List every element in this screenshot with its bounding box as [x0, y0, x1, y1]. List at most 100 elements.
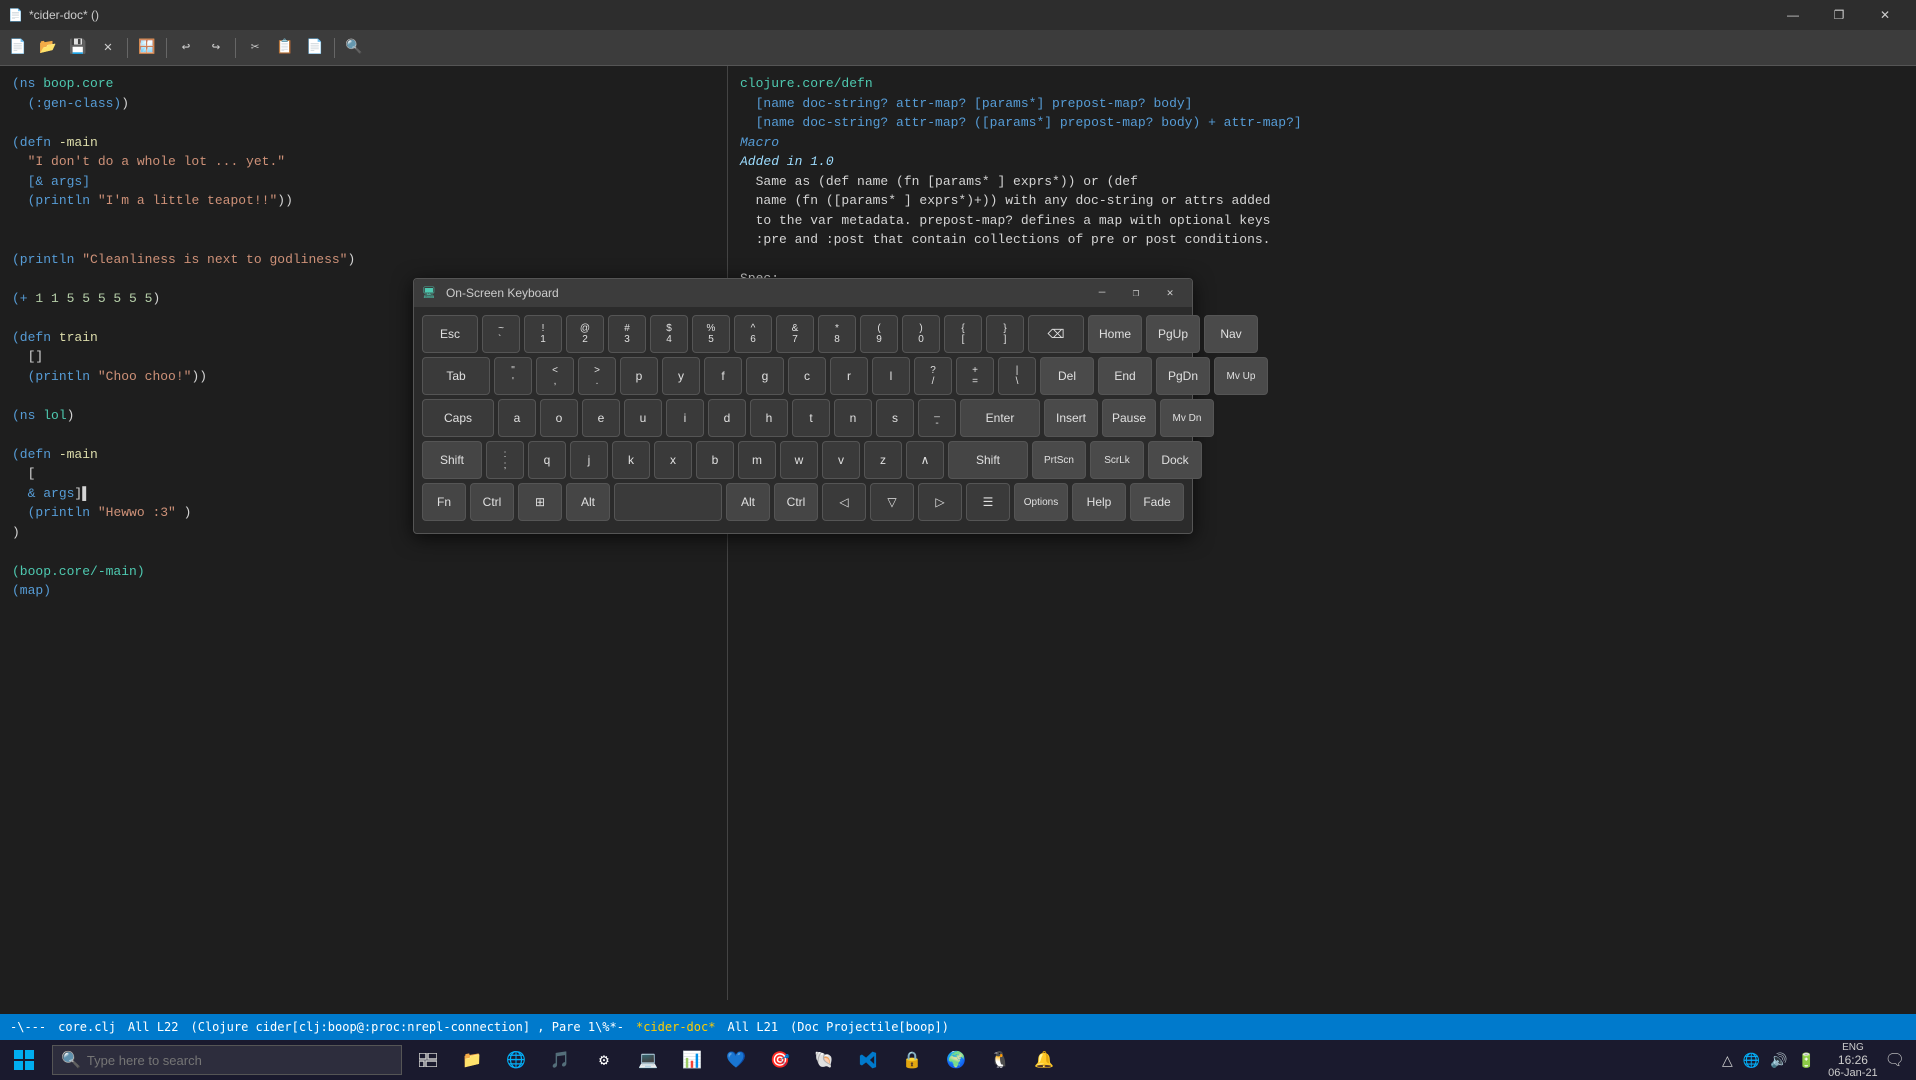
key-8[interactable]: *8	[818, 315, 856, 353]
key-help[interactable]: Help	[1072, 483, 1126, 521]
shell-button[interactable]: 🐚	[802, 1040, 846, 1080]
osk-close-button[interactable]: ✕	[1156, 282, 1184, 304]
search-bar[interactable]: 🔍	[52, 1045, 402, 1075]
penguin-button[interactable]: 🐧	[978, 1040, 1022, 1080]
target-button[interactable]: 🎯	[758, 1040, 802, 1080]
key-s[interactable]: s	[876, 399, 914, 437]
key-7[interactable]: &7	[776, 315, 814, 353]
search-input[interactable]	[87, 1053, 387, 1068]
key-nav[interactable]: Nav	[1204, 315, 1258, 353]
key-3[interactable]: #3	[608, 315, 646, 353]
key-5[interactable]: %5	[692, 315, 730, 353]
key-backslash[interactable]: |\	[998, 357, 1036, 395]
redo-button[interactable]: ↪	[202, 34, 230, 62]
key-j[interactable]: j	[570, 441, 608, 479]
volume-icon[interactable]: 🔊	[1767, 1052, 1790, 1069]
key-comma[interactable]: <,	[536, 357, 574, 395]
key-9[interactable]: (9	[860, 315, 898, 353]
key-o[interactable]: o	[540, 399, 578, 437]
copy-button[interactable]: 📋	[271, 34, 299, 62]
key-u[interactable]: u	[624, 399, 662, 437]
vscode-button[interactable]	[846, 1040, 890, 1080]
key-equals[interactable]: +=	[956, 357, 994, 395]
key-options[interactable]: Options	[1014, 483, 1068, 521]
task-view-button[interactable]	[406, 1040, 450, 1080]
key-dock[interactable]: Dock	[1148, 441, 1202, 479]
key-e[interactable]: e	[582, 399, 620, 437]
key-del[interactable]: Del	[1040, 357, 1094, 395]
key-n[interactable]: n	[834, 399, 872, 437]
key-arrow-right[interactable]: ▷	[918, 483, 962, 521]
key-space[interactable]	[614, 483, 722, 521]
tray-overflow-icon[interactable]: △	[1719, 1052, 1736, 1069]
key-caret[interactable]: ∧	[906, 441, 944, 479]
key-end[interactable]: End	[1098, 357, 1152, 395]
key-win[interactable]: ⊞	[518, 483, 562, 521]
key-t[interactable]: t	[792, 399, 830, 437]
window-button[interactable]: 🪟	[133, 34, 161, 62]
key-pause[interactable]: Pause	[1102, 399, 1156, 437]
computer-button[interactable]: 💻	[626, 1040, 670, 1080]
close-button[interactable]: ✕	[1862, 0, 1908, 30]
notification-button[interactable]: 🔔	[1022, 1040, 1066, 1080]
key-4[interactable]: $4	[650, 315, 688, 353]
key-alt-right[interactable]: Alt	[726, 483, 770, 521]
key-lbracket[interactable]: {[	[944, 315, 982, 353]
file-explorer-button[interactable]: 📁	[450, 1040, 494, 1080]
action-center-icon[interactable]: 🗨	[1882, 1050, 1908, 1070]
key-0[interactable]: )0	[902, 315, 940, 353]
key-r[interactable]: r	[830, 357, 868, 395]
key-c[interactable]: c	[788, 357, 826, 395]
network-icon[interactable]: 🌐	[1740, 1052, 1763, 1069]
key-w[interactable]: w	[780, 441, 818, 479]
lock-button[interactable]: 🔒	[890, 1040, 934, 1080]
key-minus[interactable]: _-	[918, 399, 956, 437]
key-m[interactable]: m	[738, 441, 776, 479]
osk-maximize-button[interactable]: ❐	[1122, 282, 1150, 304]
key-prtscn[interactable]: PrtScn	[1032, 441, 1086, 479]
music-button[interactable]: 🎵	[538, 1040, 582, 1080]
settings-button[interactable]: ⚙	[582, 1040, 626, 1080]
key-shift-left[interactable]: Shift	[422, 441, 482, 479]
key-tab[interactable]: Tab	[422, 357, 490, 395]
key-6[interactable]: ^6	[734, 315, 772, 353]
key-arrow-left[interactable]: ◁	[822, 483, 866, 521]
start-button[interactable]	[0, 1040, 48, 1080]
key-alt-left[interactable]: Alt	[566, 483, 610, 521]
key-arrow-down[interactable]: ▽	[870, 483, 914, 521]
key-pgdn[interactable]: PgDn	[1156, 357, 1210, 395]
key-insert[interactable]: Insert	[1044, 399, 1098, 437]
key-dot[interactable]: >.	[578, 357, 616, 395]
key-ctrl-right[interactable]: Ctrl	[774, 483, 818, 521]
key-z[interactable]: z	[864, 441, 902, 479]
key-d[interactable]: d	[708, 399, 746, 437]
clock[interactable]: ENG 16:26 06-Jan-21	[1828, 1042, 1878, 1079]
chart-button[interactable]: 📊	[670, 1040, 714, 1080]
osk-titlebar[interactable]: 🖥 On-Screen Keyboard — ❐ ✕	[414, 279, 1192, 307]
minimize-button[interactable]: —	[1770, 0, 1816, 30]
key-slash[interactable]: ?/	[914, 357, 952, 395]
key-f[interactable]: f	[704, 357, 742, 395]
osk-minimize-button[interactable]: —	[1088, 282, 1116, 304]
key-esc[interactable]: Esc	[422, 315, 478, 353]
key-quote[interactable]: "'	[494, 357, 532, 395]
save-button[interactable]: 💾	[64, 34, 92, 62]
key-mvup[interactable]: Mv Up	[1214, 357, 1268, 395]
blue-app-button[interactable]: 💙	[714, 1040, 758, 1080]
key-q[interactable]: q	[528, 441, 566, 479]
open-file-button[interactable]: 📂	[34, 34, 62, 62]
key-fn[interactable]: Fn	[422, 483, 466, 521]
key-menu[interactable]: ☰	[966, 483, 1010, 521]
key-scrlk[interactable]: ScrLk	[1090, 441, 1144, 479]
key-enter[interactable]: Enter	[960, 399, 1040, 437]
key-i[interactable]: i	[666, 399, 704, 437]
key-k[interactable]: k	[612, 441, 650, 479]
key-a[interactable]: a	[498, 399, 536, 437]
key-mvdn[interactable]: Mv Dn	[1160, 399, 1214, 437]
key-2[interactable]: @2	[566, 315, 604, 353]
key-v[interactable]: v	[822, 441, 860, 479]
close-file-button[interactable]: ✕	[94, 34, 122, 62]
key-g[interactable]: g	[746, 357, 784, 395]
key-x[interactable]: x	[654, 441, 692, 479]
key-1[interactable]: !1	[524, 315, 562, 353]
